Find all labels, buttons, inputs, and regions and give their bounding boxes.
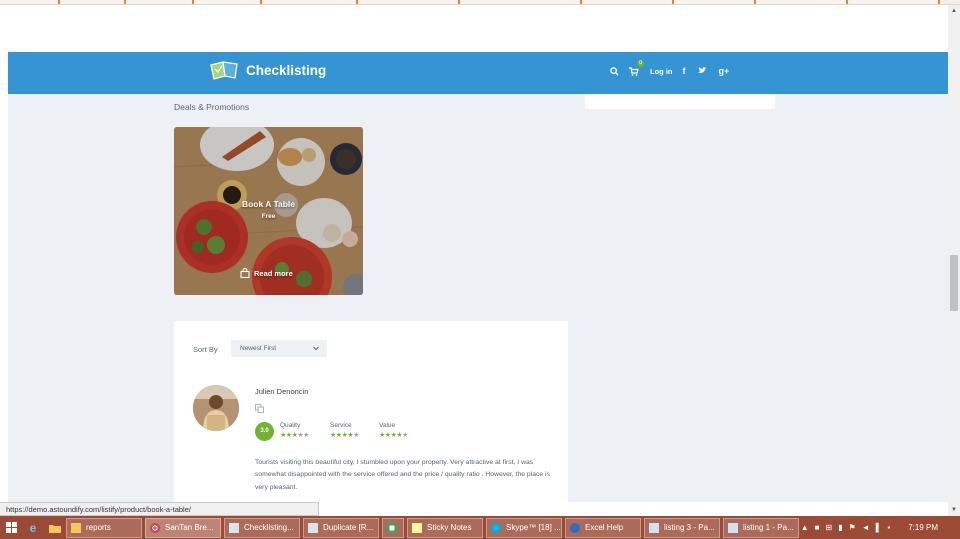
- search-icon[interactable]: [606, 63, 622, 79]
- rating-value: Value ★★★★★: [379, 422, 408, 439]
- browser-tab[interactable]: [62, 0, 126, 4]
- taskbar-button-skype[interactable]: Skype™ [18] ...: [486, 517, 562, 538]
- folder-icon[interactable]: [44, 516, 66, 539]
- taskbar-button-app[interactable]: [382, 517, 404, 538]
- status-url: https://demo.astoundify.com/listify/prod…: [0, 502, 319, 516]
- browser-tab[interactable]: [676, 0, 756, 4]
- taskbar-button-sticky-notes[interactable]: Sticky Notes: [407, 517, 483, 538]
- system-tray: ▲ ■ ⊞ ▮ ⚑ ◄ ▌ ▪ 7:19 PM: [801, 516, 960, 539]
- network-icon[interactable]: ▮: [838, 523, 842, 532]
- windows-icon: [5, 522, 17, 533]
- scroll-thumb[interactable]: [950, 255, 958, 311]
- tray-expand-icon[interactable]: ▲: [801, 523, 809, 532]
- logo-icon: [210, 61, 238, 80]
- cart-count-badge: 0: [637, 60, 644, 67]
- rating-label: Service: [330, 422, 352, 429]
- read-more-link[interactable]: Read more: [240, 268, 293, 278]
- taskbar-button-reports[interactable]: reports: [66, 517, 142, 538]
- keyboard-icon[interactable]: ▪: [887, 523, 890, 532]
- site-header: Checklisting 0 Log in f g+: [8, 52, 948, 94]
- scroll-down-arrow[interactable]: ▼: [950, 506, 958, 514]
- scroll-up-arrow[interactable]: ▲: [950, 7, 958, 15]
- taskbar-button-excel-help[interactable]: Excel Help: [565, 517, 641, 538]
- taskbar-button-listing-3[interactable]: listing 3 - Pa...: [644, 517, 720, 538]
- deal-title: Book A Table: [241, 199, 296, 209]
- reviewer-name[interactable]: Julien Denoncin: [255, 387, 308, 396]
- sort-label: Sort By: [193, 345, 218, 354]
- copy-icon[interactable]: [255, 404, 264, 413]
- tray-app-icon[interactable]: ■: [815, 523, 820, 532]
- taskbar-button-chrome[interactable]: SanTan Bre...: [145, 517, 221, 538]
- rating-quality: Quality ★★★★★: [280, 422, 309, 439]
- star-rating: ★★★★★: [280, 432, 309, 439]
- rating-service: Service ★★★★★: [330, 422, 359, 439]
- signal-icon[interactable]: ▌: [876, 523, 882, 532]
- chevron-down-icon: [313, 346, 319, 351]
- bag-icon: [240, 268, 250, 278]
- browser-tab[interactable]: [462, 0, 582, 4]
- paint-icon: [728, 522, 738, 533]
- browser-tab[interactable]: [584, 0, 674, 4]
- logo-text: Checklisting: [246, 62, 327, 78]
- sort-select[interactable]: Newest First: [231, 340, 327, 357]
- browser-tab[interactable]: [0, 0, 60, 4]
- volume-icon[interactable]: ◄: [862, 523, 870, 532]
- skype-icon: [491, 522, 501, 533]
- help-icon: [570, 522, 580, 533]
- cart-icon[interactable]: 0: [626, 60, 644, 79]
- browser-tab[interactable]: [196, 0, 262, 4]
- app-icon: [387, 522, 397, 533]
- taskbar: e reports SanTan Bre... Checklisting... …: [0, 516, 960, 539]
- browser-tab[interactable]: [758, 0, 848, 4]
- star-rating: ★★★★★: [330, 432, 359, 439]
- read-more-label: Read more: [254, 268, 293, 278]
- window-icon: [308, 522, 318, 533]
- google-plus-icon[interactable]: g+: [719, 66, 730, 76]
- content-area: Deals & Promotions Book A Table Free Rea…: [8, 94, 948, 502]
- section-title: Deals & Promotions: [174, 102, 250, 112]
- browser-tab[interactable]: [850, 0, 940, 4]
- taskbar-button-listing-1[interactable]: listing 1 - Pa...: [723, 517, 799, 538]
- deal-price: Free: [261, 213, 276, 220]
- header-nav: 0 Log in f g+: [606, 60, 741, 80]
- page-scrollbar[interactable]: ▲ ▼: [948, 5, 960, 516]
- rating-label: Quality: [280, 422, 301, 429]
- start-button[interactable]: [0, 516, 22, 539]
- login-link[interactable]: Log in: [650, 67, 673, 76]
- sticky-notes-icon: [412, 522, 422, 533]
- page-bottom: [174, 502, 948, 516]
- window-icon: [229, 522, 239, 533]
- score-badge: 3.0: [255, 422, 274, 441]
- twitter-icon[interactable]: [697, 66, 707, 76]
- tray-windows-icon[interactable]: ⊞: [825, 523, 832, 532]
- folder-icon: [71, 522, 81, 533]
- browser-tab[interactable]: [360, 0, 460, 4]
- browser-tab[interactable]: [264, 0, 358, 4]
- avatar[interactable]: [193, 385, 239, 431]
- browser-tab[interactable]: [128, 0, 194, 4]
- flag-icon[interactable]: ⚑: [849, 523, 856, 532]
- facebook-icon[interactable]: f: [683, 66, 686, 76]
- taskbar-button-checklisting[interactable]: Checklisting...: [224, 517, 300, 538]
- rating-label: Value: [379, 422, 396, 429]
- taskbar-clock[interactable]: 7:19 PM: [908, 523, 938, 532]
- chrome-icon: [150, 522, 160, 533]
- reviews-panel: Sort By Newest First Julien Denoncin 3.0…: [174, 321, 568, 502]
- review-text: Tourists visiting this beautiful city, I…: [255, 459, 550, 491]
- site-logo[interactable]: Checklisting: [208, 56, 326, 84]
- sidebar-widget: [585, 94, 775, 109]
- deal-card-book-a-table[interactable]: Book A Table Free Read more: [174, 127, 363, 295]
- paint-icon: [649, 522, 659, 533]
- sort-select-value: Newest First: [240, 345, 277, 352]
- ie-icon[interactable]: e: [22, 516, 44, 539]
- star-rating: ★★★★★: [379, 432, 408, 439]
- taskbar-button-duplicate[interactable]: Duplicate [R...: [303, 517, 379, 538]
